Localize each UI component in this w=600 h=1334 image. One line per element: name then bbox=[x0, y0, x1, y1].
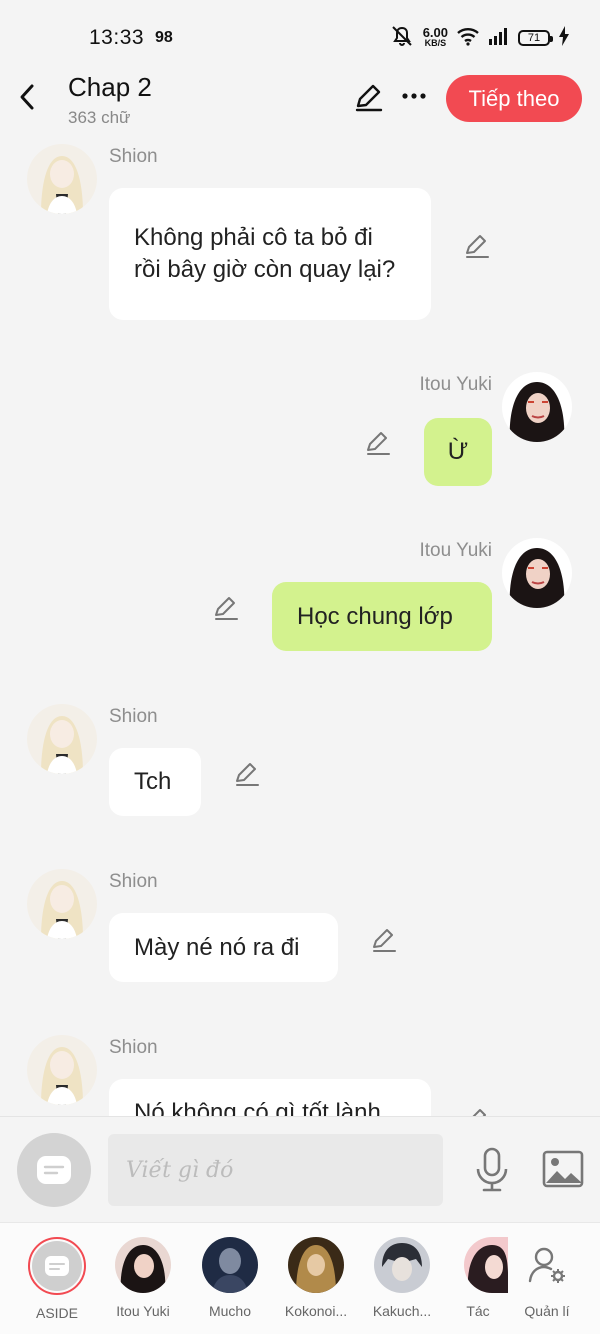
character-label: Kokonoi... bbox=[284, 1303, 348, 1319]
avatar-itou-yuki[interactable] bbox=[502, 538, 572, 608]
avatar-shion[interactable] bbox=[27, 869, 97, 939]
avatar-shion[interactable] bbox=[27, 704, 97, 774]
network-speed: 6.00 KB/S bbox=[422, 25, 448, 48]
avatar bbox=[374, 1237, 430, 1293]
network-speed-unit: KB/S bbox=[424, 38, 447, 48]
battery-icon: 71 bbox=[518, 30, 553, 46]
user-settings-icon bbox=[528, 1247, 565, 1283]
message-bubble[interactable]: Không phải cô ta bỏ đi rồi bây giờ còn q… bbox=[109, 188, 431, 320]
pencil-icon bbox=[236, 763, 259, 786]
character-aside[interactable]: ASIDE bbox=[17, 1237, 97, 1321]
status-icons: 6.00 KB/S 71 bbox=[389, 24, 570, 52]
image-icon bbox=[542, 1150, 584, 1188]
mute-icon bbox=[389, 25, 415, 52]
more-options-button[interactable] bbox=[398, 80, 430, 112]
edit-message-button[interactable] bbox=[370, 926, 398, 954]
message-text: Mày né nó ra đi bbox=[134, 933, 300, 961]
message-bubble[interactable]: Ừ bbox=[424, 418, 492, 486]
message-text: Tch bbox=[134, 768, 172, 795]
message-input[interactable] bbox=[108, 1134, 443, 1206]
wifi-icon bbox=[456, 26, 480, 51]
avatar bbox=[464, 1237, 508, 1293]
chat-bubble-icon bbox=[37, 1156, 71, 1184]
microphone-button[interactable] bbox=[474, 1147, 510, 1193]
message-text: Không phải cô ta bỏ đi rồi bây giờ còn q… bbox=[134, 224, 396, 283]
manage-icon-wrap bbox=[519, 1237, 575, 1293]
microphone-icon bbox=[476, 1147, 508, 1192]
edit-message-button[interactable] bbox=[463, 232, 491, 260]
chat-bubble-icon bbox=[45, 1256, 69, 1276]
character-kokonoi[interactable]: Kokonoi... bbox=[276, 1237, 356, 1319]
message-text: Học chung lớp bbox=[297, 602, 453, 630]
avatar-itou-yuki[interactable] bbox=[502, 372, 572, 442]
message-bubble[interactable]: Mày né nó ra đi bbox=[109, 913, 338, 982]
character-tac[interactable]: Tác bbox=[448, 1237, 508, 1319]
character-bar: ASIDE Itou Yuki Mucho Kokonoi... Kakuch.… bbox=[0, 1222, 600, 1334]
pencil-icon bbox=[367, 432, 390, 455]
message-sender: Shion bbox=[109, 706, 158, 727]
chevron-left-icon bbox=[20, 84, 34, 110]
edit-message-button[interactable] bbox=[212, 594, 240, 622]
aside-avatar bbox=[28, 1237, 86, 1295]
message-sender: Itou Yuki bbox=[419, 374, 492, 395]
pencil-icon bbox=[355, 84, 383, 112]
character-label: Quản lí bbox=[524, 1303, 570, 1319]
chapter-header: Chap 2 363 chữ Tiếp theo bbox=[0, 70, 600, 136]
character-label: Kakuch... bbox=[372, 1303, 432, 1319]
status-time: 13:33 bbox=[89, 26, 145, 49]
charging-icon bbox=[558, 25, 570, 51]
more-horizontal-icon bbox=[402, 93, 426, 99]
pencil-icon bbox=[472, 1109, 486, 1116]
character-label: Tác bbox=[466, 1303, 490, 1319]
status-bar: 13:33 98 6.00 KB/S 71 bbox=[0, 0, 600, 70]
composer-bar bbox=[0, 1116, 600, 1223]
character-label: Itou Yuki bbox=[116, 1303, 170, 1319]
edit-message-button[interactable] bbox=[364, 429, 392, 457]
aside-toggle-button[interactable] bbox=[17, 1133, 91, 1207]
message-bubble[interactable]: Nó không có gì tốt lành bbox=[109, 1079, 431, 1116]
edit-message-button[interactable] bbox=[463, 1106, 491, 1116]
message-text: Nó không có gì tốt lành bbox=[134, 1099, 381, 1116]
character-kakucho[interactable]: Kakuch... bbox=[362, 1237, 442, 1319]
signal-icon bbox=[488, 27, 510, 50]
chapter-title: Chap 2 bbox=[68, 72, 152, 102]
pencil-icon bbox=[373, 929, 396, 952]
chat-thread[interactable]: Shion Không phải cô ta bỏ đi rồi bây giờ… bbox=[0, 136, 600, 1116]
pencil-icon bbox=[466, 235, 489, 258]
manage-button[interactable]: Quản lí bbox=[507, 1237, 587, 1319]
avatar bbox=[202, 1237, 258, 1293]
next-button[interactable]: Tiếp theo bbox=[446, 75, 582, 122]
message-sender: Shion bbox=[109, 1037, 158, 1058]
message-bubble[interactable]: Tch bbox=[109, 748, 201, 816]
message-sender: Shion bbox=[109, 146, 158, 167]
character-itou-yuki[interactable]: Itou Yuki bbox=[103, 1237, 183, 1319]
character-label: ASIDE bbox=[35, 1305, 78, 1321]
image-button[interactable] bbox=[542, 1149, 584, 1189]
avatar bbox=[115, 1237, 171, 1293]
avatar-shion[interactable] bbox=[27, 144, 97, 214]
message-text: Ừ bbox=[447, 438, 469, 465]
character-mucho[interactable]: Mucho bbox=[190, 1237, 270, 1319]
edit-message-button[interactable] bbox=[233, 760, 261, 788]
avatar bbox=[288, 1237, 344, 1293]
message-sender: Shion bbox=[109, 871, 158, 892]
character-label: Mucho bbox=[208, 1303, 252, 1319]
pencil-icon bbox=[215, 597, 238, 620]
network-speed-value: 6.00 bbox=[422, 25, 448, 40]
word-count: 363 chữ bbox=[68, 108, 131, 127]
edit-chapter-button[interactable] bbox=[353, 82, 385, 114]
status-notification-count: 98 bbox=[155, 29, 173, 46]
avatar-shion[interactable] bbox=[27, 1035, 97, 1105]
back-button[interactable] bbox=[12, 80, 42, 114]
message-bubble[interactable]: Học chung lớp bbox=[272, 582, 492, 651]
message-sender: Itou Yuki bbox=[419, 540, 492, 561]
